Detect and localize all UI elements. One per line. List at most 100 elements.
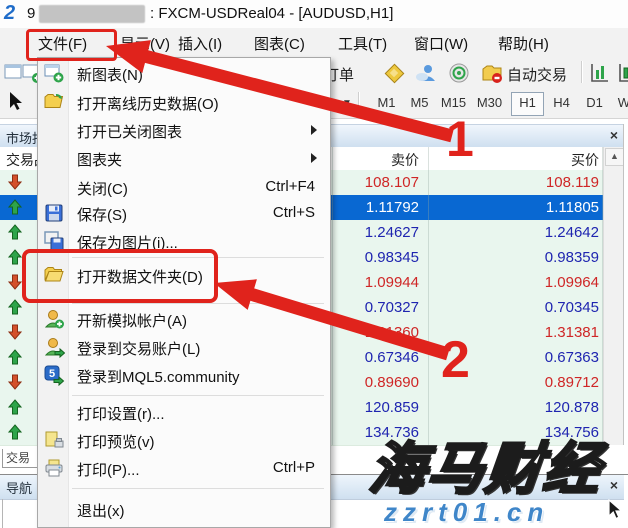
chevron-down-icon[interactable]: ▼ (342, 98, 352, 109)
autotrade-button[interactable]: 自动交易 (507, 64, 567, 85)
buy-price: 108.119 (429, 170, 599, 195)
panel-border (623, 124, 624, 445)
menu-item-print-preview[interactable]: 打印预览(v) (39, 426, 327, 454)
trend-arrow-icon (7, 249, 23, 265)
menubar-window[interactable]: 窗口(W) (414, 33, 468, 54)
navigator-close-button[interactable]: × (606, 477, 622, 493)
market-watch-close-button[interactable]: × (606, 127, 622, 143)
toolbar-separator (581, 61, 582, 83)
trend-arrow-icon (7, 324, 23, 340)
sell-price: 108.107 (333, 170, 419, 195)
new-chart-icon (43, 62, 65, 84)
sell-price: 0.98345 (333, 245, 419, 270)
menu-item-print[interactable]: 打印(P)... Ctrl+P (39, 454, 327, 482)
menu-item-login-trade[interactable]: 登录到交易账户(L) (39, 333, 327, 361)
market-watch-scrollbar[interactable]: ▲ (603, 147, 624, 445)
menu-item-shortcut: Ctrl+S (273, 204, 315, 221)
signals-icon[interactable] (447, 61, 471, 85)
tf-m5-button[interactable]: M5 (404, 92, 435, 114)
svg-text:5: 5 (49, 368, 55, 380)
menubar-view[interactable]: 显示(V) (120, 33, 170, 54)
menu-item-label: 开新模拟帐户(A) (77, 310, 187, 331)
tf-h1-button[interactable]: H1 (511, 92, 544, 116)
menu-item-label: 登录到交易账户(L) (77, 338, 200, 359)
trend-arrow-icon (7, 199, 23, 215)
menu-item-save-picture[interactable]: 保存为图片(i)... (39, 227, 327, 255)
submenu-arrow-icon (311, 125, 317, 135)
menu-item-label: 打印设置(r)... (77, 403, 165, 424)
sell-price: 0.89690 (333, 370, 419, 395)
redacted-account-box (39, 5, 145, 23)
tf-h4-button[interactable]: H4 (546, 92, 577, 114)
mouse-cursor-icon (605, 499, 625, 526)
scroll-up-button[interactable]: ▲ (605, 148, 624, 166)
menu-item-login-mql5[interactable]: 5 登录到MQL5.community (39, 361, 327, 389)
save-picture-icon (43, 230, 65, 252)
buy-price: 0.89712 (429, 370, 599, 395)
menu-item-profiles[interactable]: 图表夹 (39, 144, 327, 172)
buy-price: 0.67363 (429, 345, 599, 370)
panel-border (2, 499, 3, 528)
menu-item-save[interactable]: 保存(S) Ctrl+S (39, 199, 327, 227)
menu-item-print-setup[interactable]: 打印设置(r)... (39, 398, 327, 426)
menu-item-label: 新图表(N) (77, 64, 143, 85)
chart-bars-icon[interactable] (587, 61, 611, 85)
menu-item-new-chart[interactable]: 新图表(N) (39, 59, 327, 87)
printer-icon (43, 457, 65, 479)
mt4-window: 2 9 : FXCM-USDReal04 - [AUDUSD,H1] 文件(F)… (0, 0, 628, 528)
menu-item-label: 打开数据文件夹(D) (77, 266, 203, 287)
menu-item-open-account[interactable]: 开新模拟帐户(A) (39, 305, 327, 333)
window-title: : FXCM-USDReal04 - [AUDUSD,H1] (150, 5, 393, 22)
menu-item-label: 退出(x) (77, 500, 125, 521)
menu-item-open-deleted[interactable]: 打开已关闭图表 (39, 116, 327, 144)
column-divider (428, 147, 429, 445)
sell-price: 1.11792 (333, 195, 419, 220)
menu-item-open-offline[interactable]: 打开离线历史数据(O) (39, 88, 327, 116)
print-preview-icon (43, 429, 65, 451)
file-menu-dropdown: 新图表(N) 打开离线历史数据(O) 打开已关闭图表 图表夹 关闭(C) Ctr… (37, 57, 331, 528)
tf-m30-button[interactable]: M30 (474, 92, 505, 114)
buy-price: 1.11805 (429, 195, 599, 220)
menu-item-close[interactable]: 关闭(C) Ctrl+F4 (39, 173, 327, 201)
autotrade-icon[interactable] (480, 61, 504, 85)
menubar-tools[interactable]: 工具(T) (338, 33, 387, 54)
menu-item-exit[interactable]: 退出(x) (39, 495, 327, 523)
tf-d1-button[interactable]: D1 (579, 92, 610, 114)
login-account-icon (43, 336, 65, 358)
menu-item-shortcut: Ctrl+F4 (265, 178, 315, 195)
cursor-tool-icon[interactable] (4, 90, 28, 114)
diamond-market-icon[interactable] (382, 61, 406, 85)
buy-price: 120.878 (429, 395, 599, 420)
menubar-help[interactable]: 帮助(H) (498, 33, 549, 54)
community-icon[interactable] (414, 61, 438, 85)
column-divider (602, 147, 603, 445)
menu-item-label: 登录到MQL5.community (77, 366, 240, 387)
menu-bar: 文件(F) 显示(V) 插入(I) 图表(C) 工具(T) 窗口(W) 帮助(H… (0, 28, 628, 58)
menu-item-label: 图表夹 (77, 149, 122, 170)
tf-m1-button[interactable]: M1 (371, 92, 402, 114)
market-watch-tab-symbols[interactable]: 交易品种 (2, 449, 40, 468)
tf-w1-button[interactable]: W1 (612, 92, 628, 114)
sell-price: 1.09944 (333, 270, 419, 295)
watermark-brand: 海马财经 (366, 424, 607, 505)
menubar-charts[interactable]: 图表(C) (254, 33, 305, 54)
menu-item-open-data-folder[interactable]: 打开数据文件夹(D) (39, 261, 327, 289)
buy-price: 0.98359 (429, 245, 599, 270)
menu-item-label: 打印(P)... (77, 459, 140, 480)
buy-price: 1.31381 (429, 320, 599, 345)
watermark-site: zzrt01.cn (384, 497, 549, 528)
buy-price: 1.24642 (429, 220, 599, 245)
sell-price: 1.31360 (333, 320, 419, 345)
trend-arrow-icon (7, 349, 23, 365)
menubar-file[interactable]: 文件(F) (38, 33, 87, 54)
menu-separator (72, 395, 324, 396)
trend-arrow-icon (7, 224, 23, 240)
buy-price: 0.70345 (429, 295, 599, 320)
menu-item-label: 保存(S) (77, 204, 127, 225)
chart-candles-icon[interactable] (615, 61, 628, 85)
tf-m15-button[interactable]: M15 (438, 92, 469, 114)
toolbar-separator (358, 92, 359, 114)
menubar-insert[interactable]: 插入(I) (178, 33, 222, 54)
submenu-arrow-icon (311, 153, 317, 163)
save-icon (43, 202, 65, 224)
